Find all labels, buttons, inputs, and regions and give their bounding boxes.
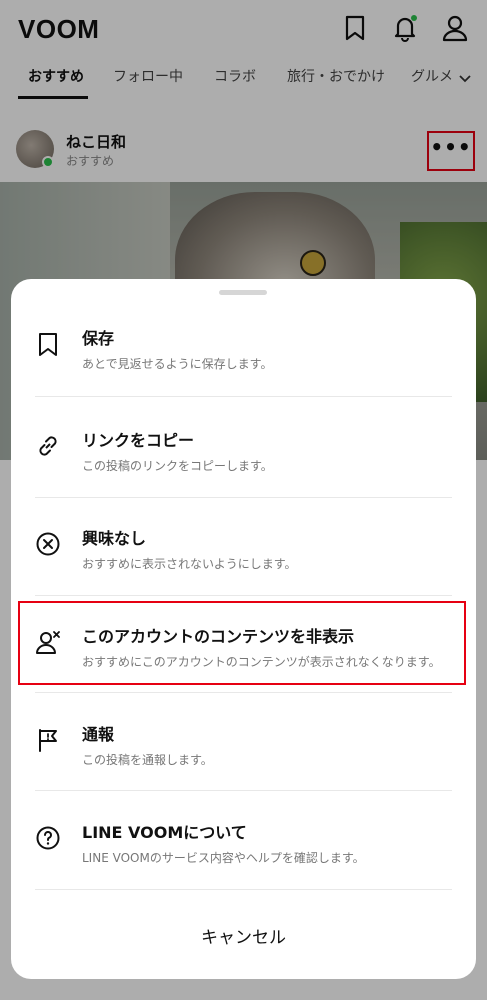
close-circle-icon [35,531,61,557]
highlight-box [18,601,466,685]
option-description: この投稿のリンクをコピーします。 [82,459,273,473]
sheet-drag-handle[interactable] [219,290,267,295]
not-interested-option[interactable]: 興味なし おすすめに表示されないようにします。 [11,501,476,599]
option-title: 興味なし [82,529,147,548]
option-description: おすすめに表示されないようにします。 [82,557,297,571]
about-line-voom-option[interactable]: LINE VOOMについて LINE VOOMのサービス内容やヘルプを確認します… [11,795,476,893]
option-title: 保存 [82,329,115,348]
divider [35,497,452,498]
option-description: LINE VOOMのサービス内容やヘルプを確認します。 [82,851,365,865]
option-title: LINE VOOMについて [82,823,247,842]
cancel-button[interactable]: キャンセル [11,891,476,979]
bookmark-icon [35,331,61,357]
divider [35,889,452,890]
options-bottom-sheet: 保存 あとで見返せるように保存します。 リンクをコピー この投稿のリンクをコピー… [11,279,476,979]
option-title: 通報 [82,725,115,744]
copy-link-option[interactable]: リンクをコピー この投稿のリンクをコピーします。 [11,403,476,501]
help-icon [35,825,61,851]
link-icon [35,433,61,459]
divider [35,692,452,693]
option-title: リンクをコピー [82,431,195,450]
divider [35,790,452,791]
flag-icon [35,727,61,753]
option-description: あとで見返せるように保存します。 [82,357,273,371]
divider [35,595,452,596]
save-option[interactable]: 保存 あとで見返せるように保存します。 [11,301,476,399]
option-description: この投稿を通報します。 [82,753,213,767]
divider [35,396,452,397]
report-option[interactable]: 通報 この投稿を通報します。 [11,697,476,795]
